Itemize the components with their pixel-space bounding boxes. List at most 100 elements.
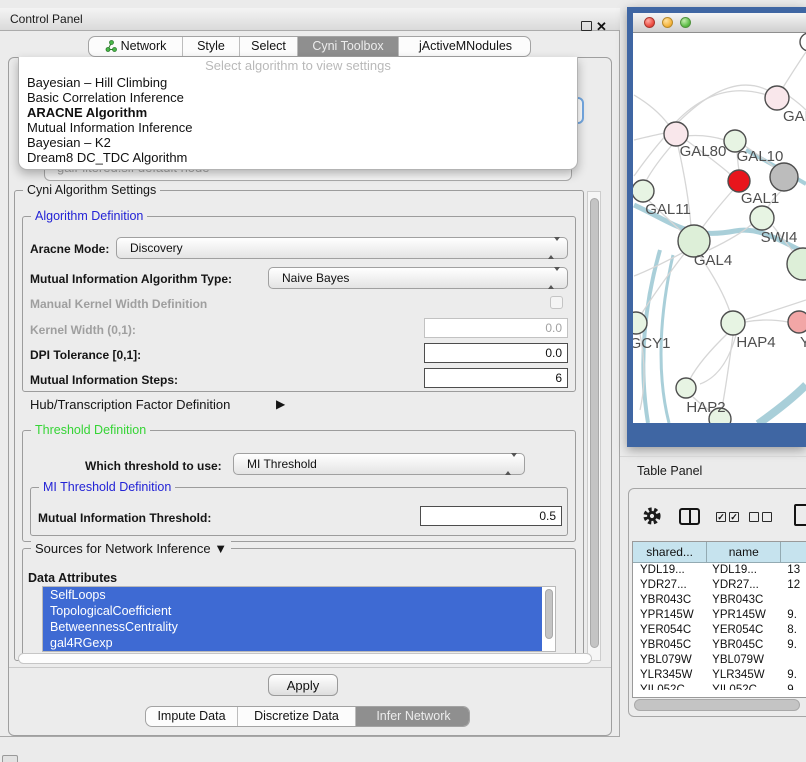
- float-window-icon[interactable]: [581, 21, 592, 31]
- node-hap4[interactable]: [721, 311, 745, 335]
- network-icon: [105, 39, 117, 57]
- checked-columns-icon[interactable]: ✓✓: [716, 512, 739, 522]
- columns-icon[interactable]: [679, 508, 700, 525]
- mi-algorithm-type-combo[interactable]: Naive Bayes: [268, 267, 568, 289]
- data-attributes-label: Data Attributes: [28, 571, 117, 585]
- network-canvas[interactable]: GAL GAL80 GAL10 GAL1 GAL11 SWI4 GAL4 GCY…: [633, 33, 806, 423]
- mi-threshold-group-title: MI Threshold Definition: [39, 480, 175, 495]
- zoom-traffic-light[interactable]: [680, 17, 691, 28]
- dropdown-item-aracne[interactable]: ARACNE Algorithm: [19, 105, 577, 120]
- table-row[interactable]: YIL052CYIL052C9: [633, 683, 806, 690]
- table-body: YDL19...YDL19...13 YDR27...YDR27...12 YB…: [633, 563, 806, 690]
- tab-select[interactable]: Select: [240, 37, 298, 56]
- expand-arrow-icon[interactable]: ▶: [276, 397, 285, 411]
- table-horizontal-scrollbar-thumb[interactable]: [634, 699, 800, 711]
- aracne-mode-label: Aracne Mode:: [30, 242, 109, 256]
- dpi-tolerance-field[interactable]: 0.0: [424, 343, 568, 363]
- control-panel-tab-bar: Network Style Select Cyni Toolbox jActiv…: [88, 36, 531, 57]
- table-row[interactable]: YDR27...YDR27...12: [633, 578, 806, 593]
- network-window-titlebar: [633, 13, 806, 33]
- column-header-name[interactable]: name: [707, 542, 781, 563]
- node-gal11[interactable]: [633, 180, 654, 202]
- horizontal-scrollbar[interactable]: [18, 653, 592, 664]
- dropdown-item-dream8[interactable]: Dream8 DC_TDC Algorithm: [19, 150, 577, 165]
- which-threshold-combo[interactable]: MI Threshold: [233, 453, 525, 475]
- dropdown-item-basic-correlation[interactable]: Basic Correlation Inference: [19, 90, 577, 105]
- kernel-width-label: Kernel Width (0,1):: [30, 323, 136, 337]
- threshold-definition-title: Threshold Definition: [31, 423, 150, 438]
- dropdown-item-mutual-information[interactable]: Mutual Information Inference: [19, 120, 577, 135]
- table-row[interactable]: YBR043CYBR043C: [633, 593, 806, 608]
- settings-scrollbar-thumb[interactable]: [590, 198, 599, 648]
- minimize-traffic-light[interactable]: [662, 17, 673, 28]
- list-item-betweennesscentrality[interactable]: BetweennessCentrality: [43, 619, 542, 635]
- tab-impute-data[interactable]: Impute Data: [146, 707, 238, 726]
- tab-discretize-data[interactable]: Discretize Data: [238, 707, 356, 726]
- gear-icon[interactable]: [641, 505, 663, 532]
- tab-style[interactable]: Style: [183, 37, 240, 56]
- which-threshold-label: Which threshold to use:: [85, 459, 222, 473]
- algorithm-definition-title: Algorithm Definition: [31, 209, 147, 224]
- table-row[interactable]: YBR045CYBR045C9.: [633, 638, 806, 653]
- list-scrollbar-thumb[interactable]: [545, 589, 553, 639]
- tab-network[interactable]: Network: [89, 37, 183, 56]
- dropdown-item-bayesian-k2[interactable]: Bayesian – K2: [19, 135, 577, 150]
- node-swi4[interactable]: [750, 206, 774, 230]
- sources-group-title: Sources for Network Inference ▼: [31, 541, 231, 556]
- node-label: Y: [800, 334, 806, 351]
- node-label: SWI4: [761, 229, 798, 246]
- list-item-selfloops[interactable]: SelfLoops: [43, 587, 542, 603]
- apply-button[interactable]: Apply: [268, 674, 338, 696]
- close-traffic-light[interactable]: [644, 17, 655, 28]
- unchecked-columns-icon[interactable]: [749, 512, 772, 522]
- node-unlabeled-top[interactable]: [800, 33, 806, 51]
- settings-group-title: Cyni Algorithm Settings: [23, 183, 160, 198]
- node-hap2[interactable]: [676, 378, 696, 398]
- table-header-row: shared... name: [633, 542, 806, 563]
- tab-cyni-toolbox[interactable]: Cyni Toolbox: [298, 37, 399, 56]
- table-row[interactable]: YBL079WYBL079W: [633, 653, 806, 668]
- algorithm-dropdown-popup: Select algorithm to view settings Bayesi…: [18, 57, 578, 170]
- document-icon[interactable]: [794, 504, 806, 526]
- dropdown-prompt: Select algorithm to view settings: [19, 57, 577, 75]
- node-label: GAL80: [680, 143, 727, 160]
- column-header-cut[interactable]: [781, 542, 806, 563]
- control-panel-titlebar: Control Panel ✕: [0, 8, 620, 31]
- combo-arrows-icon: [548, 271, 560, 285]
- node-unlabeled-right[interactable]: [787, 248, 806, 280]
- dropdown-item-bayesian-hill-climbing[interactable]: Bayesian – Hill Climbing: [19, 75, 577, 90]
- tab-jactivemnodules[interactable]: jActiveMNodules: [399, 37, 531, 56]
- minimized-panel-chip[interactable]: [2, 755, 18, 762]
- node-salmon[interactable]: [788, 311, 806, 333]
- settings-scrollbar-track[interactable]: [587, 191, 601, 661]
- mi-steps-field[interactable]: 6: [424, 368, 568, 388]
- table-row[interactable]: YLR345WYLR345W9.: [633, 668, 806, 683]
- node-label: GAL4: [694, 252, 732, 269]
- node-gal-cut[interactable]: [765, 86, 789, 110]
- mi-threshold-field[interactable]: 0.5: [420, 506, 562, 526]
- dpi-tolerance-label: DPI Tolerance [0,1]:: [30, 348, 141, 362]
- node-label: GAL10: [737, 148, 784, 165]
- mi-algorithm-type-label: Mutual Information Algorithm Type:: [30, 272, 232, 286]
- collapse-arrow-icon[interactable]: ▼: [214, 541, 227, 556]
- tab-infer-network[interactable]: Infer Network: [356, 707, 470, 726]
- list-item-gal4rgexp[interactable]: gal4RGexp: [43, 635, 542, 651]
- mi-steps-label: Mutual Information Steps:: [30, 373, 178, 387]
- list-item-topologicalcoefficient[interactable]: TopologicalCoefficient: [43, 603, 542, 619]
- hub-section-label: Hub/Transcription Factor Definition: [30, 397, 230, 412]
- node-gal1[interactable]: [728, 170, 750, 192]
- node-table: shared... name YDL19...YDL19...13 YDR27.…: [632, 541, 806, 698]
- node-label: GAL11: [645, 201, 691, 218]
- mi-threshold-label: Mutual Information Threshold:: [38, 511, 211, 525]
- table-row[interactable]: YPR145WYPR145W9.: [633, 608, 806, 623]
- close-icon[interactable]: ✕: [596, 17, 607, 37]
- manual-kernel-width-checkbox: [550, 296, 563, 309]
- table-row[interactable]: YER054CYER054C8.: [633, 623, 806, 638]
- table-panel-title: Table Panel: [637, 464, 702, 478]
- aracne-mode-combo[interactable]: Discovery: [116, 237, 568, 259]
- table-row[interactable]: YDL19...YDL19...13: [633, 563, 806, 578]
- node-label: GAL: [783, 108, 806, 125]
- node-label: HAP4: [736, 334, 775, 351]
- node-gray[interactable]: [770, 163, 798, 191]
- column-header-shared[interactable]: shared...: [633, 542, 707, 563]
